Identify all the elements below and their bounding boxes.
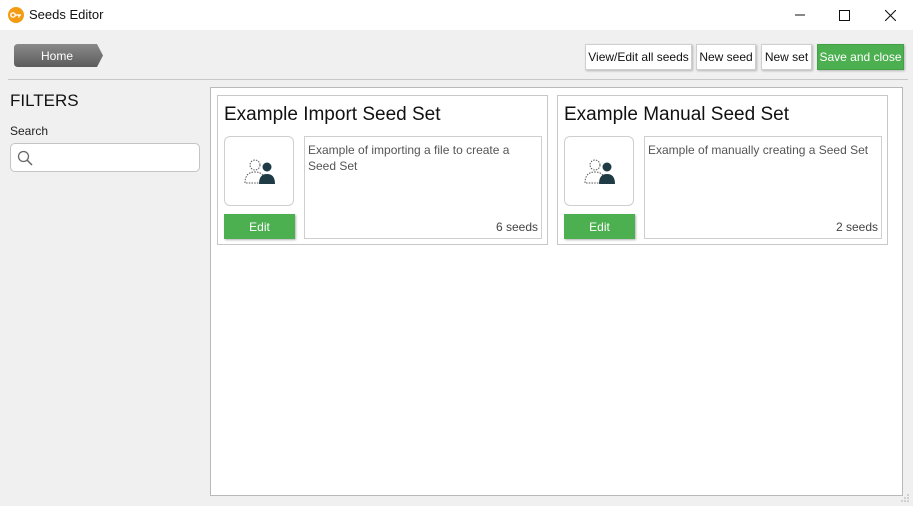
edit-button[interactable]: Edit [224,214,295,239]
resize-grip-icon[interactable] [900,493,910,503]
seed-set-description: Example of importing a file to create a … [308,143,510,173]
users-icon [244,159,275,184]
toolbar: Home View/Edit all seeds New seed New se… [0,30,913,80]
maximize-icon [838,9,850,21]
view-edit-all-seeds-button[interactable]: View/Edit all seeds [585,44,692,70]
search-input[interactable] [37,147,195,168]
home-label: Home [40,49,73,63]
save-and-close-button[interactable]: Save and close [817,44,904,70]
seed-set-title: Example Manual Seed Set [564,104,789,125]
search-icon [17,150,33,166]
minimize-button[interactable] [777,0,823,30]
new-set-button[interactable]: New set [761,44,812,70]
key-icon [8,7,24,23]
seed-set-description-box: Example of manually creating a Seed Set … [644,136,882,239]
toolbar-divider [8,79,908,80]
seed-set-title: Example Import Seed Set [224,104,441,125]
search-field[interactable] [10,143,200,172]
new-seed-button[interactable]: New seed [696,44,756,70]
title-bar: Seeds Editor [0,0,913,30]
seed-count: 6 seeds [495,220,538,234]
seed-set-description: Example of manually creating a Seed Set [648,143,869,157]
seed-set-card: Example Manual Seed Set Example of manua… [557,95,888,245]
close-icon [884,9,896,21]
window-title: Seeds Editor [29,7,104,22]
filters-title: FILTERS [10,91,79,110]
search-label: Search [10,124,49,138]
seed-sets-panel: Example Import Seed Set Example of impor… [210,87,903,496]
edit-button[interactable]: Edit [564,214,635,239]
seed-set-description-box: Example of importing a file to create a … [304,136,542,239]
seed-count: 2 seeds [835,220,878,234]
seed-set-avatar [224,136,294,206]
seed-set-avatar [564,136,634,206]
seed-set-card: Example Import Seed Set Example of impor… [217,95,548,245]
home-button[interactable]: Home [14,44,104,67]
close-button[interactable] [867,0,913,30]
users-icon [584,159,615,184]
minimize-icon [795,14,805,16]
maximize-button[interactable] [821,0,867,30]
